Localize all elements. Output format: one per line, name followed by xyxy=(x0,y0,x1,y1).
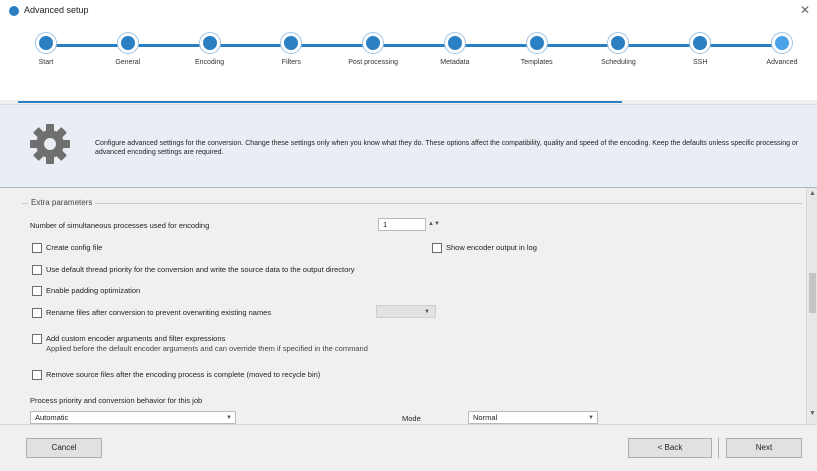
window-title: Advanced setup xyxy=(24,5,89,15)
step-dot xyxy=(444,33,465,53)
wizard-step[interactable]: Advanced xyxy=(742,33,817,67)
back-button[interactable]: < Back xyxy=(628,438,712,458)
wizard-step[interactable]: SSH xyxy=(660,33,740,67)
step-dot xyxy=(36,33,56,53)
threads-label: Number of simultaneous processes used fo… xyxy=(30,221,210,230)
step-dot xyxy=(526,33,547,53)
mode-label: Mode xyxy=(402,414,421,423)
vertical-scrollbar[interactable]: ▲ ▼ xyxy=(806,188,817,424)
step-dot xyxy=(199,33,220,53)
wizard-steps: Start General Encoding Filters Post processi… xyxy=(0,22,817,100)
verbose-checkbox[interactable] xyxy=(432,243,442,253)
wizard-step[interactable]: Metadata xyxy=(415,33,495,67)
default-thread-checkbox[interactable] xyxy=(32,265,42,275)
keep-config-label: Create config file xyxy=(46,243,103,252)
step-label: Metadata xyxy=(440,59,470,66)
banner-description: Configure advanced settings for the conv… xyxy=(95,140,799,156)
chevron-down-icon[interactable]: ▼ xyxy=(424,309,430,315)
wizard-step[interactable]: Encoding xyxy=(170,33,250,67)
verbose-label: Show encoder output in log xyxy=(446,243,537,252)
default-thread-label: Use default thread priority for the conv… xyxy=(46,265,355,274)
remove-source-checkbox[interactable] xyxy=(32,370,42,380)
title-bar: Advanced setup ✕ xyxy=(0,0,817,22)
custom-args-label: Add custom encoder arguments and filter … xyxy=(46,334,226,343)
padding-label: Enable padding optimization xyxy=(46,286,141,295)
wizard-step[interactable]: Filters xyxy=(251,33,331,67)
step-dot xyxy=(281,33,302,53)
remove-source-label: Remove source files after the encoding p… xyxy=(46,370,321,379)
step-dot xyxy=(117,33,138,53)
button-separator xyxy=(718,438,719,458)
next-button[interactable]: Next xyxy=(726,438,802,458)
close-icon[interactable]: ✕ xyxy=(800,3,810,17)
step-label: Encoding xyxy=(194,59,225,66)
keep-config-checkbox[interactable] xyxy=(32,243,42,253)
group-legend: Extra parameters xyxy=(28,198,96,207)
scroll-thumb[interactable] xyxy=(809,273,816,313)
wizard-step[interactable]: Start xyxy=(6,33,86,67)
step-dot xyxy=(608,33,629,53)
spinner-arrows-icon[interactable]: ▲▼ xyxy=(428,221,440,227)
app-icon xyxy=(9,6,19,16)
gear-icon xyxy=(30,124,70,164)
rename-label: Rename files after conversion to prevent… xyxy=(46,308,272,317)
padding-checkbox[interactable] xyxy=(32,286,42,296)
scroll-down-icon[interactable]: ▼ xyxy=(809,410,816,417)
priority-value: Automatic xyxy=(35,413,69,422)
step-label: General xyxy=(115,59,141,66)
step-label: Start xyxy=(38,59,54,66)
extra-parameters-group: Extra parameters xyxy=(22,198,802,207)
step-label: Advanced xyxy=(766,59,798,66)
step-dot xyxy=(363,33,384,53)
wizard-step[interactable]: Post processing xyxy=(333,33,413,67)
step-label: Post processing xyxy=(348,59,399,66)
mode-value: Normal xyxy=(473,413,498,422)
step-dot xyxy=(772,33,792,53)
rename-checkbox[interactable] xyxy=(32,308,42,318)
step-label: Filters xyxy=(281,59,301,66)
priority-label: Process priority and conversion behavior… xyxy=(30,396,203,405)
chevron-down-icon[interactable]: ▼ xyxy=(226,415,232,421)
wizard-step[interactable]: General xyxy=(88,33,168,67)
wizard-step[interactable]: Scheduling xyxy=(578,33,658,67)
custom-args-note: Applied before the default encoder argum… xyxy=(46,344,368,353)
step-dot xyxy=(690,33,711,53)
chevron-down-icon[interactable]: ▼ xyxy=(588,415,594,421)
custom-args-checkbox[interactable] xyxy=(32,334,42,344)
priority-dropdown[interactable]: Automatic xyxy=(30,411,236,424)
cancel-button[interactable]: Cancel xyxy=(26,438,102,458)
threads-value: 1 xyxy=(383,220,388,229)
progress-line xyxy=(18,101,622,103)
threads-field[interactable]: 1 xyxy=(378,218,426,231)
step-label: Templates xyxy=(520,59,553,66)
step-label: SSH xyxy=(693,59,708,66)
mode-dropdown[interactable]: Normal xyxy=(468,411,598,424)
scroll-up-icon[interactable]: ▲ xyxy=(809,190,816,197)
wizard-step[interactable]: Templates xyxy=(497,33,577,67)
step-label: Scheduling xyxy=(601,59,636,66)
